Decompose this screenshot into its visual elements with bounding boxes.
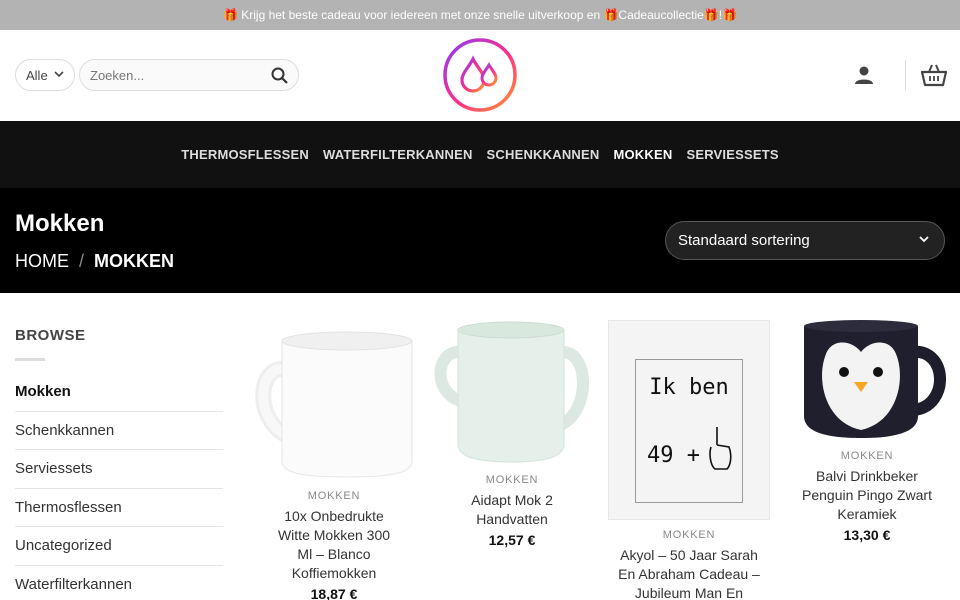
shopping-basket-icon[interactable] — [920, 61, 948, 89]
chevron-down-icon — [54, 69, 64, 82]
search-input[interactable] — [90, 67, 270, 83]
search-form: Alle — [15, 59, 299, 91]
product-category: MOKKEN — [662, 529, 716, 541]
product-price: 18,87 € — [310, 586, 358, 600]
breadcrumb-home-link[interactable]: HOME — [15, 251, 69, 272]
page-title: Mokken — [15, 210, 105, 237]
breadcrumb-separator: / — [79, 251, 85, 271]
sidebar-heading-rule — [15, 358, 45, 361]
search-category-select[interactable]: Alle — [15, 59, 75, 91]
product-title[interactable]: Aidapt Mok 2 Handvatten — [430, 491, 594, 529]
product-image-white-mug[interactable] — [252, 318, 416, 480]
sort-order-value: Standaard sortering — [678, 232, 810, 249]
sidebar-item-waterfilterkannen[interactable]: Waterfilterkannen — [15, 566, 223, 600]
site-header: Alle — [0, 30, 960, 121]
site-logo[interactable] — [442, 37, 518, 113]
search-field — [79, 59, 299, 91]
sidebar-heading: BROWSE — [15, 327, 86, 344]
product-image-printed-mug[interactable]: Ik ben 49 + — [608, 320, 770, 520]
product-category: MOKKEN — [307, 490, 361, 502]
sidebar-item-thermosflessen[interactable]: Thermosflessen — [15, 489, 223, 527]
header-divider — [905, 60, 906, 90]
search-icon[interactable] — [270, 66, 288, 84]
sidebar-item-schenkkannen[interactable]: Schenkkannen — [15, 412, 223, 450]
sidebar-item-serviessets[interactable]: Serviessets — [15, 450, 223, 489]
sidebar: BROWSE Mokken Schenkkannen Serviessets T… — [15, 327, 223, 600]
breadcrumb-current: MOKKEN — [94, 251, 175, 271]
nav-item-schenkkannen[interactable]: SCHENKKANNEN — [487, 147, 600, 162]
search-category-value: Alle — [26, 67, 48, 83]
product-price: 13,30 € — [843, 527, 891, 543]
hand-gesture-icon — [709, 427, 732, 470]
product-category: MOKKEN — [840, 450, 894, 462]
header-actions — [851, 60, 948, 90]
product-title[interactable]: 10x Onbedrukte Witte Mokken 300 Ml – Bla… — [252, 507, 416, 583]
product-image-green-mug[interactable] — [430, 318, 594, 466]
nav-item-waterfilterkannen[interactable]: WATERFILTERKANNEN — [323, 147, 473, 162]
mug-print-line-1: Ik ben — [649, 375, 729, 400]
product-card[interactable]: MOKKEN Balvi Drinkbeker Penguin Pingo Zw… — [786, 318, 948, 543]
promo-text: 🎁 Krijg het beste cadeau voor iedereen m… — [222, 8, 738, 22]
product-title[interactable]: Akyol – 50 Jaar Sarah En Abraham Cadeau … — [608, 546, 770, 600]
nav-item-serviessets[interactable]: SERVIESSETS — [686, 147, 778, 162]
product-price: 12,57 € — [488, 532, 536, 548]
nav-item-thermosflessen[interactable]: THERMOSFLESSEN — [181, 147, 309, 162]
promo-bar: 🎁 Krijg het beste cadeau voor iedereen m… — [0, 0, 960, 30]
mug-print-line-2: 49 + — [647, 443, 700, 468]
chevron-down-icon — [918, 232, 930, 249]
product-title[interactable]: Balvi Drinkbeker Penguin Pingo Zwart Ker… — [786, 467, 948, 524]
product-image-penguin-mug[interactable] — [786, 318, 948, 440]
sidebar-item-uncategorized[interactable]: Uncategorized — [15, 527, 223, 566]
product-card[interactable]: MOKKEN Aidapt Mok 2 Handvatten 12,57 € — [430, 318, 594, 548]
category-list: Mokken Schenkkannen Serviessets Thermosf… — [15, 373, 223, 600]
nav-item-mokken[interactable]: MOKKEN — [613, 147, 672, 162]
product-card[interactable]: MOKKEN 10x Onbedrukte Witte Mokken 300 M… — [252, 318, 416, 600]
sidebar-item-mokken[interactable]: Mokken — [15, 373, 223, 412]
category-title-bar: Mokken HOME / MOKKEN Standaard sortering — [0, 188, 960, 293]
product-category: MOKKEN — [485, 474, 539, 486]
sort-order-select[interactable]: Standaard sortering — [665, 221, 945, 260]
user-account-icon[interactable] — [851, 62, 877, 88]
product-card[interactable]: Ik ben 49 + MOKKEN Akyol – 50 Jaar Sarah… — [608, 320, 770, 600]
breadcrumb: HOME / MOKKEN — [15, 251, 174, 272]
main-navigation: THERMOSFLESSEN WATERFILTERKANNEN SCHENKK… — [0, 121, 960, 188]
